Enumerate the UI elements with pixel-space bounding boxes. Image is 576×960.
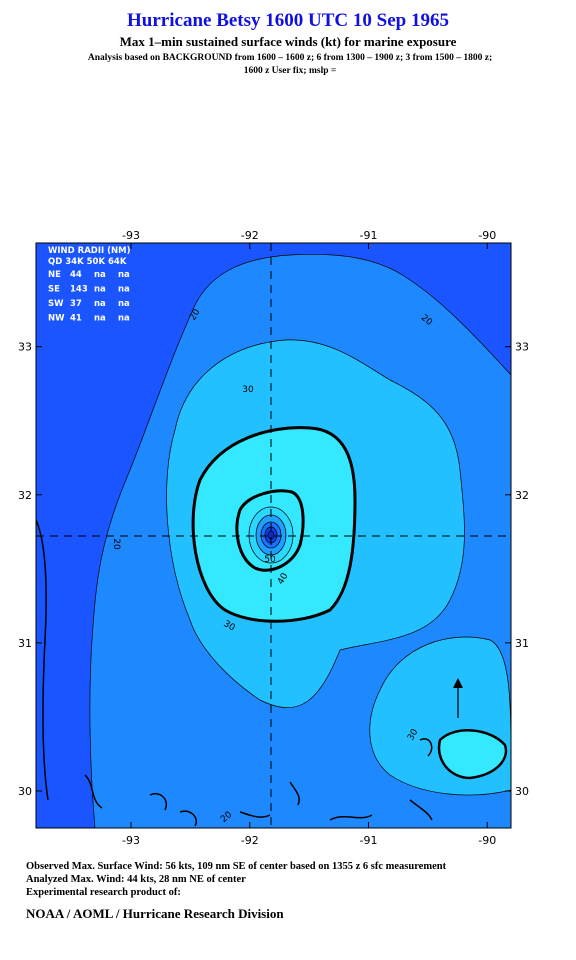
wind-radii-r50: na	[94, 299, 106, 309]
wind-radii-qd: NW	[48, 314, 65, 324]
contour-label: 50	[264, 555, 276, 565]
contour-label: 30	[242, 385, 254, 395]
lat-tick-label-left: 30	[18, 785, 32, 798]
wind-radii-r50: na	[94, 285, 106, 295]
lon-tick-label-bottom: -92	[241, 834, 259, 847]
product-note: Experimental research product of:	[26, 887, 181, 898]
lat-tick-label-right: 32	[515, 489, 529, 502]
wind-radii-r50: na	[94, 270, 106, 280]
wind-radii-columns: QD 34K 50K 64K	[48, 257, 127, 267]
contour-label: 20	[111, 538, 121, 550]
organization-name: NOAA / AOML / Hurricane Research Divisio…	[26, 906, 284, 921]
lon-tick-label-bottom: -90	[478, 834, 496, 847]
wind-radii-r64: na	[118, 270, 130, 280]
wind-radii-header: WIND RADII (NM)	[48, 246, 131, 256]
lat-tick-label-left: 31	[18, 637, 32, 650]
wind-field-map: -93 -92 -91 -90 -93 -92 -91 -90 33 32 31 30 33 32 3…	[18, 229, 529, 847]
wind-radii-qd: NE	[48, 270, 61, 280]
lat-tick-label-left: 32	[18, 489, 32, 502]
wind-radii-r64: na	[118, 285, 130, 295]
wind-radii-r34: 37	[70, 299, 82, 309]
wind-radii-r34: 143	[70, 285, 88, 295]
lon-tick-label-top: -92	[241, 229, 259, 242]
lat-tick-label-right: 30	[515, 785, 529, 798]
wind-radii-r64: na	[118, 314, 130, 324]
wind-radii-r64: na	[118, 299, 130, 309]
wind-radii-qd: SE	[48, 285, 60, 295]
wind-radii-r34: 41	[70, 314, 82, 324]
lon-tick-label-top: -93	[122, 229, 140, 242]
lat-tick-label-left: 33	[18, 341, 32, 354]
wind-radii-r34: 44	[70, 270, 82, 280]
lat-tick-label-right: 33	[515, 341, 529, 354]
lon-tick-label-top: -91	[360, 229, 378, 242]
lon-tick-label-bottom: -91	[360, 834, 378, 847]
observed-max-wind: Observed Max. Surface Wind: 56 kts, 109 …	[26, 861, 447, 872]
lat-tick-label-right: 31	[515, 637, 529, 650]
lon-tick-label-top: -90	[478, 229, 496, 242]
analyzed-max-wind: Analyzed Max. Wind: 44 kts, 28 nm NE of …	[26, 874, 246, 885]
wind-radii-r50: na	[94, 314, 106, 324]
lon-tick-label-bottom: -93	[122, 834, 140, 847]
wind-radii-qd: SW	[48, 299, 64, 309]
